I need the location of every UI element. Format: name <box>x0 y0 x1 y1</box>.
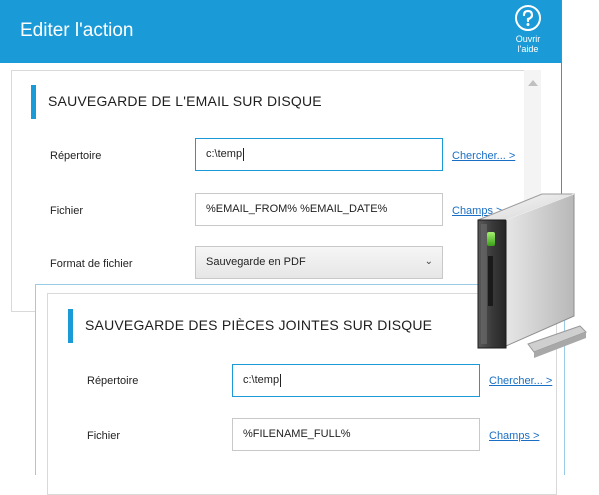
section-accent-bar <box>68 309 73 343</box>
title-bar: Editer l'action Ouvrir l'aide <box>0 0 561 63</box>
email-save-panel: SAUVEGARDE DE L'EMAIL SUR DISQUE Réperto… <box>11 70 525 312</box>
help-icon <box>515 5 541 31</box>
external-drive-icon <box>477 193 587 358</box>
attachments-directory-value: c:\temp <box>243 374 280 386</box>
email-file-label: Fichier <box>50 205 84 217</box>
help-button[interactable]: Ouvrir l'aide <box>509 5 547 54</box>
attachments-section-title: SAUVEGARDE DES PIÈCES JOINTES SUR DISQUE <box>85 317 433 333</box>
email-directory-value: c:\temp <box>206 148 243 160</box>
window-title: Editer l'action <box>20 20 134 41</box>
email-file-value: %EMAIL_FROM% %EMAIL_DATE% <box>206 203 388 215</box>
help-label-line2: l'aide <box>517 44 539 54</box>
help-label-line1: Ouvrir <box>515 34 541 44</box>
email-directory-input[interactable]: c:\temp <box>195 138 443 171</box>
email-browse-link[interactable]: Chercher... > <box>452 150 515 162</box>
section-accent-bar <box>31 85 36 119</box>
text-caret <box>243 147 245 161</box>
attachments-directory-input[interactable]: c:\temp <box>232 364 480 397</box>
attachments-file-input[interactable]: %FILENAME_FULL% <box>232 418 480 451</box>
text-caret <box>280 373 282 387</box>
attachments-browse-link[interactable]: Chercher... > <box>489 375 552 387</box>
email-file-input[interactable]: %EMAIL_FROM% %EMAIL_DATE% <box>195 193 443 226</box>
file-format-label: Format de fichier <box>50 258 133 270</box>
attachments-fields-link[interactable]: Champs > <box>489 430 539 442</box>
file-format-select[interactable]: Sauvegarde en PDF ⌄ <box>195 246 443 279</box>
chevron-down-icon: ⌄ <box>424 256 433 267</box>
scroll-up-arrow-icon[interactable] <box>528 80 538 86</box>
attachments-directory-label: Répertoire <box>87 375 139 387</box>
attachments-file-value: %FILENAME_FULL% <box>243 428 351 440</box>
email-directory-label: Répertoire <box>50 150 102 162</box>
file-format-value: Sauvegarde en PDF <box>206 256 306 268</box>
email-section-title: SAUVEGARDE DE L'EMAIL SUR DISQUE <box>48 93 322 109</box>
attachments-file-label: Fichier <box>87 430 121 442</box>
